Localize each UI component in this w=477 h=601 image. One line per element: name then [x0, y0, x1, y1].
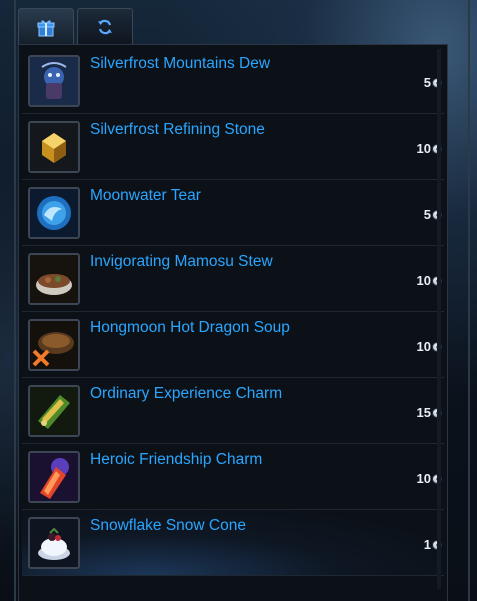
item-name: Silverfrost Refining Stone — [90, 121, 265, 138]
price-value: 5 — [423, 75, 431, 90]
item-list-panel: Silverfrost Mountains Dew 5 Silverfrost … — [18, 44, 448, 601]
scrollbar[interactable] — [437, 49, 441, 589]
item-name: Silverfrost Mountains Dew — [90, 55, 271, 72]
moonwater-tear-icon — [28, 187, 80, 239]
price-value: 1 — [423, 537, 431, 552]
price-value: 10 — [416, 471, 431, 486]
item-name: Hongmoon Hot Dragon Soup — [90, 319, 290, 336]
tab-exchange[interactable] — [77, 8, 133, 44]
tab-bar — [18, 8, 133, 46]
item-name: Moonwater Tear — [90, 187, 201, 204]
item-name: Ordinary Experience Charm — [90, 385, 283, 402]
list-item[interactable]: Moonwater Tear 5 — [22, 180, 444, 246]
item-name: Snowflake Snow Cone — [90, 517, 246, 534]
list-item[interactable]: Ordinary Experience Charm 15 — [22, 378, 444, 444]
price-value: 10 — [416, 141, 431, 156]
price-value: 15 — [416, 405, 431, 420]
item-name: Heroic Friendship Charm — [90, 451, 263, 468]
snow-cone-icon — [28, 517, 80, 569]
friendship-charm-icon — [28, 451, 80, 503]
list-item-selected[interactable]: Snowflake Snow Cone 1 — [22, 510, 444, 576]
dragon-soup-icon — [28, 319, 80, 371]
list-item[interactable]: Silverfrost Refining Stone 10 — [22, 114, 444, 180]
list-item[interactable]: Invigorating Mamosu Stew 10 — [22, 246, 444, 312]
price-value: 10 — [416, 273, 431, 288]
item-name: Invigorating Mamosu Stew — [90, 253, 273, 270]
refresh-icon — [95, 17, 115, 37]
list-item[interactable]: Hongmoon Hot Dragon Soup 10 — [22, 312, 444, 378]
tab-gift[interactable] — [18, 8, 74, 46]
experience-charm-icon — [28, 385, 80, 437]
price-value: 5 — [423, 207, 431, 222]
list-item[interactable]: Heroic Friendship Charm 10 — [22, 444, 444, 510]
gift-icon — [36, 18, 56, 38]
item-list: Silverfrost Mountains Dew 5 Silverfrost … — [22, 48, 444, 576]
refining-stone-icon — [28, 121, 80, 173]
price-value: 10 — [416, 339, 431, 354]
dew-icon — [28, 55, 80, 107]
stew-icon — [28, 253, 80, 305]
list-item[interactable]: Silverfrost Mountains Dew 5 — [22, 48, 444, 114]
